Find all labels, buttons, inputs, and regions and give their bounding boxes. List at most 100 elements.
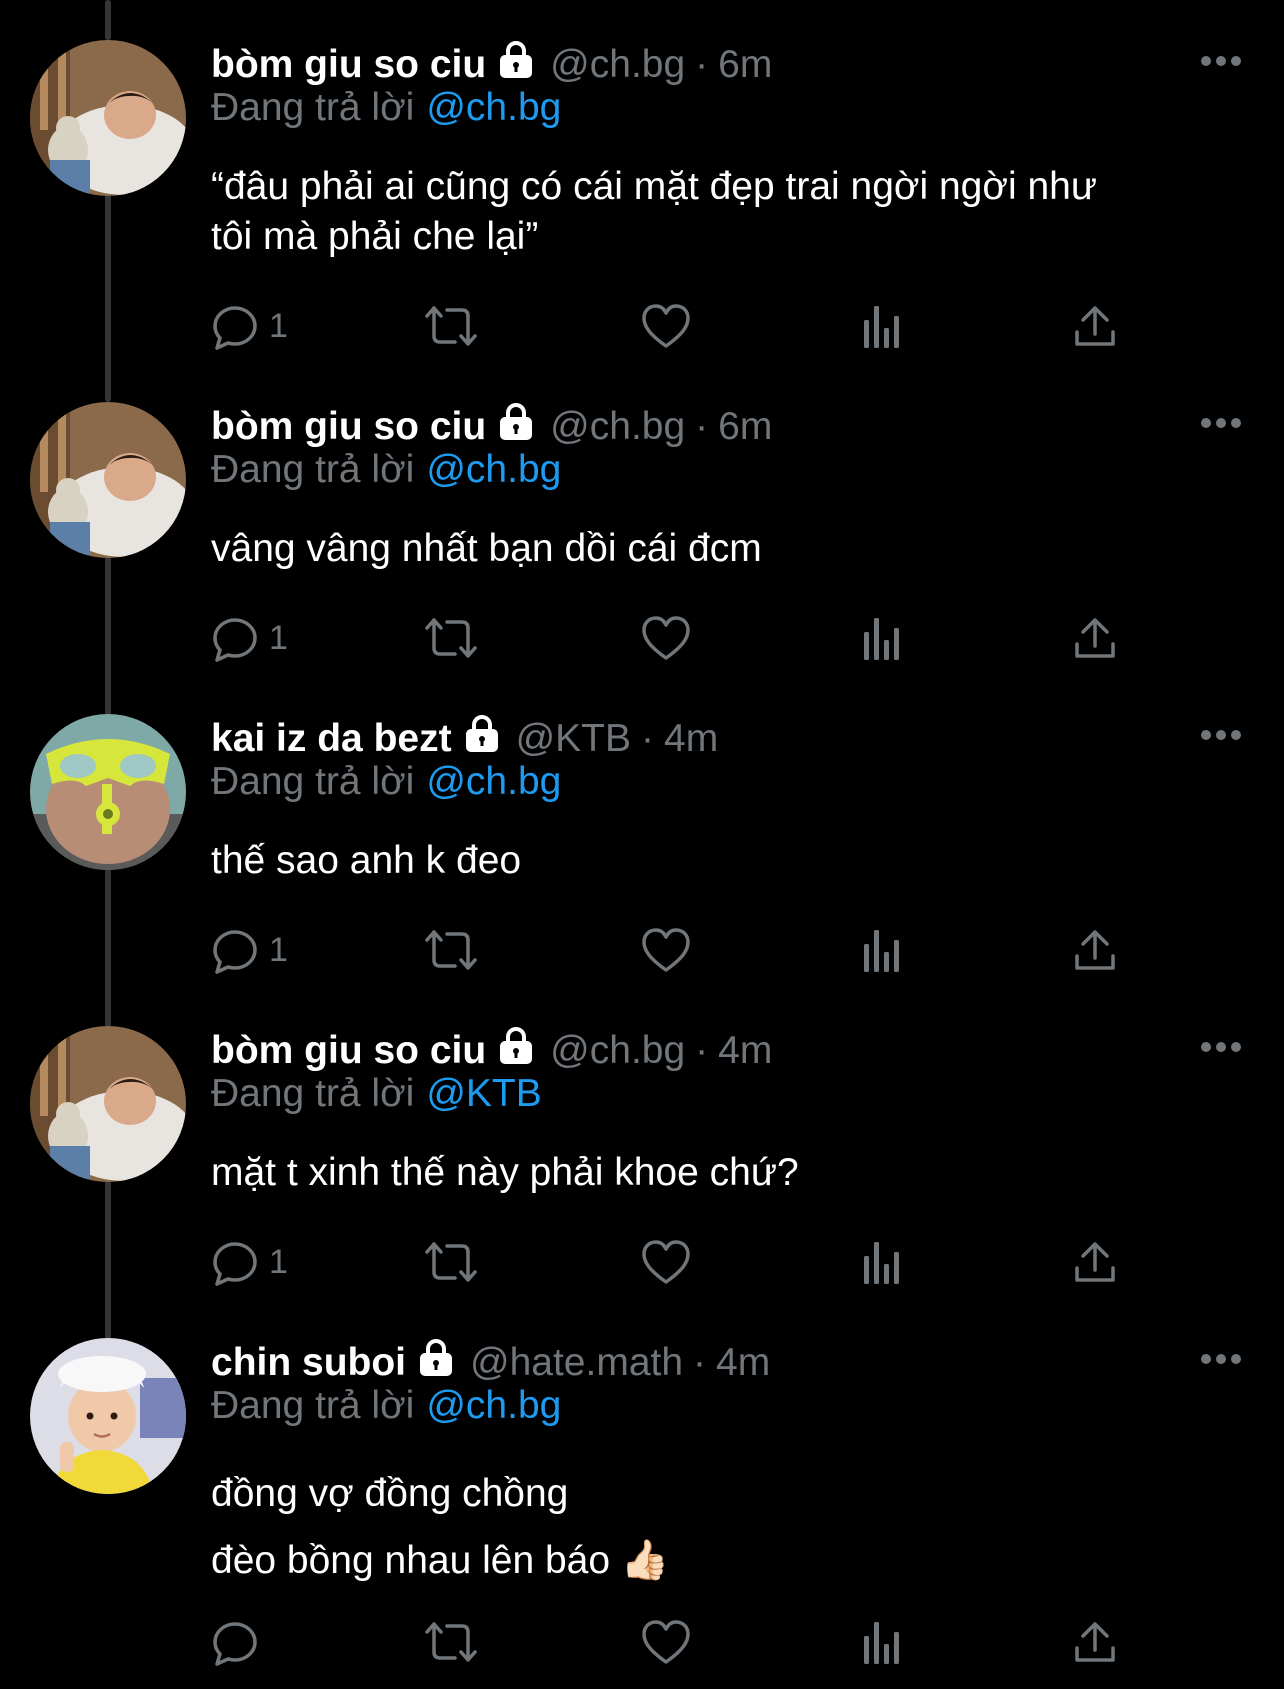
replying-to: Đang trả lời @ch.bg: [211, 86, 561, 130]
reply-count: 1: [269, 930, 288, 969]
views-icon: [864, 1242, 899, 1284]
reply-icon: [213, 1242, 257, 1286]
heart-icon: [642, 1620, 690, 1664]
reply-count: 1: [269, 618, 288, 657]
lock-icon: [416, 1338, 456, 1388]
more-horizontal-icon[interactable]: [1200, 1040, 1242, 1059]
heart-icon: [642, 616, 690, 660]
share-button[interactable]: [1073, 1234, 1117, 1290]
tweet-text-line: thế sao anh k đeo: [211, 839, 522, 882]
heart-icon: [642, 304, 690, 348]
timestamp[interactable]: 4m: [718, 1029, 772, 1073]
views-button[interactable]: [861, 922, 903, 978]
tweet-text-line: vâng vâng nhất bạn dồi cái đcm: [211, 527, 762, 570]
user-handle[interactable]: @ch.bg: [550, 1029, 685, 1073]
display-name[interactable]: chin suboi: [211, 1341, 406, 1385]
heart-icon: [642, 1240, 690, 1284]
separator-dot: ·: [695, 1029, 709, 1072]
timestamp[interactable]: 4m: [716, 1341, 770, 1385]
user-handle[interactable]: @KTB: [516, 717, 631, 761]
tweet-actions: 1: [211, 610, 1131, 666]
share-button[interactable]: [1073, 610, 1117, 666]
tweet-header: bòm giu so ciu @ch.bg · 6m: [211, 40, 772, 90]
share-button[interactable]: [1073, 1614, 1117, 1670]
like-button[interactable]: [641, 922, 691, 978]
thread-line: [105, 1180, 111, 1340]
reply-button[interactable]: 1: [211, 1234, 288, 1290]
reply-icon: [213, 1622, 257, 1666]
avatar[interactable]: [30, 1338, 186, 1494]
separator-dot: ·: [641, 717, 655, 760]
lock-icon: [496, 1026, 536, 1076]
retweet-button[interactable]: [423, 922, 479, 978]
avatar[interactable]: [30, 40, 186, 196]
like-button[interactable]: [641, 1614, 691, 1670]
replying-to-label: Đang trả lời: [211, 448, 415, 491]
views-icon: [864, 930, 899, 972]
avatar[interactable]: [30, 402, 186, 558]
share-button[interactable]: [1073, 922, 1117, 978]
replying-to: Đang trả lời @ch.bg: [211, 1384, 561, 1428]
share-icon: [1075, 618, 1115, 658]
reply-icon: [213, 618, 257, 662]
retweet-icon: [425, 1622, 477, 1662]
more-horizontal-icon[interactable]: [1200, 1352, 1242, 1371]
more-horizontal-icon[interactable]: [1200, 54, 1242, 73]
display-name[interactable]: bòm giu so ciu: [211, 43, 486, 87]
reply-button[interactable]: [211, 1614, 269, 1670]
retweet-icon: [425, 1242, 477, 1282]
display-name[interactable]: bòm giu so ciu: [211, 405, 486, 449]
tweet-header: chin suboi @hate.math · 4m: [211, 1338, 770, 1388]
like-button[interactable]: [641, 1234, 691, 1290]
views-button[interactable]: [861, 610, 903, 666]
retweet-icon: [425, 618, 477, 658]
views-icon: [864, 306, 899, 348]
tweet-text-line: “đâu phải ai cũng có cái mặt đẹp trai ng…: [211, 165, 1097, 208]
tweet-text: vâng vâng nhất bạn dồi cái đcm: [211, 524, 762, 574]
separator-dot: ·: [695, 43, 709, 86]
tweet-header: kai iz da bezt @KTB · 4m: [211, 714, 718, 764]
like-button[interactable]: [641, 610, 691, 666]
reply-mention-link[interactable]: @ch.bg: [426, 1384, 561, 1427]
user-handle[interactable]: @hate.math: [470, 1341, 683, 1385]
timestamp[interactable]: 6m: [718, 43, 772, 87]
reply-mention-link[interactable]: @ch.bg: [426, 86, 561, 129]
retweet-button[interactable]: [423, 298, 479, 354]
thread-line: [105, 868, 111, 1028]
thread-line: [105, 0, 111, 40]
views-button[interactable]: [861, 1614, 903, 1670]
views-icon: [864, 1622, 899, 1664]
reply-count: 1: [269, 1242, 288, 1281]
retweet-button[interactable]: [423, 1614, 479, 1670]
share-button[interactable]: [1073, 298, 1117, 354]
replying-to-label: Đang trả lời: [211, 86, 415, 129]
lock-icon: [496, 40, 536, 90]
user-handle[interactable]: @ch.bg: [550, 43, 685, 87]
avatar[interactable]: [30, 714, 186, 870]
display-name[interactable]: kai iz da bezt: [211, 717, 452, 761]
tweet-text-line: đồng vợ đồng chồng: [211, 1472, 569, 1515]
avatar[interactable]: [30, 1026, 186, 1182]
more-horizontal-icon[interactable]: [1200, 728, 1242, 747]
timestamp[interactable]: 4m: [664, 717, 718, 761]
separator-dot: ·: [695, 405, 709, 448]
reply-mention-link[interactable]: @ch.bg: [426, 760, 561, 803]
reply-mention-link[interactable]: @KTB: [426, 1072, 541, 1115]
like-button[interactable]: [641, 298, 691, 354]
replying-to-label: Đang trả lời: [211, 760, 415, 803]
views-button[interactable]: [861, 298, 903, 354]
timestamp[interactable]: 6m: [718, 405, 772, 449]
user-handle[interactable]: @ch.bg: [550, 405, 685, 449]
reply-button[interactable]: 1: [211, 610, 288, 666]
replying-to: Đang trả lời @ch.bg: [211, 760, 561, 804]
reply-mention-link[interactable]: @ch.bg: [426, 448, 561, 491]
reply-button[interactable]: 1: [211, 298, 288, 354]
share-icon: [1075, 1242, 1115, 1282]
more-horizontal-icon[interactable]: [1200, 416, 1242, 435]
views-button[interactable]: [861, 1234, 903, 1290]
replying-to-label: Đang trả lời: [211, 1072, 415, 1115]
display-name[interactable]: bòm giu so ciu: [211, 1029, 486, 1073]
retweet-button[interactable]: [423, 610, 479, 666]
reply-button[interactable]: 1: [211, 922, 288, 978]
retweet-button[interactable]: [423, 1234, 479, 1290]
